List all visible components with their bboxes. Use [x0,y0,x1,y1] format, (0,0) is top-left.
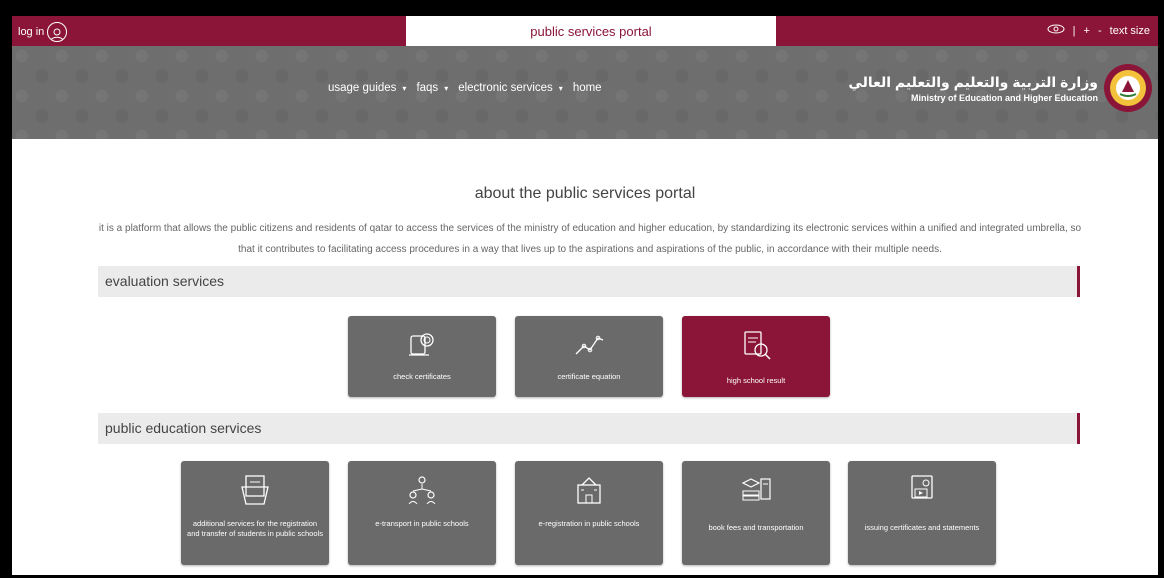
user-icon[interactable] [47,22,68,42]
main-nav: usage guides ▾ faqs ▾ electronic service… [328,82,602,94]
card-label: certificate equation [557,372,621,381]
ministry-brand[interactable]: وزارة التربية والتعليم والتعليم العالي M… [848,64,1152,112]
nav-faqs[interactable]: faqs ▾ [416,82,448,94]
certificate-display-icon [911,475,933,499]
card-label: additional services for the registration… [187,519,323,538]
top-bar: log in public services portal | + - text… [12,16,1158,46]
nav-home[interactable]: home [573,82,602,94]
frame-right [1158,16,1164,578]
school-building-icon [577,477,601,504]
nav-label[interactable]: faqs [416,82,438,94]
section-evaluation-services: evaluation services [98,266,1080,297]
card-label: check certificates [393,372,451,381]
card-label: e-registration in public schools [538,519,640,528]
section-title: public education services [105,420,262,436]
login-label[interactable]: log in [18,26,44,38]
ministry-emblem-icon [1104,64,1152,112]
books-icon [741,478,771,501]
card-certificate-equation[interactable]: certificate equation [515,316,663,397]
card-issuing-certificates[interactable]: issuing certificates and statements [848,461,996,565]
people-network-icon [408,476,436,505]
font-increase-button[interactable]: + [1084,25,1090,37]
nav-label[interactable]: home [573,82,602,94]
chevron-down-icon: ▾ [558,83,563,93]
brand-name-english: Ministry of Education and Higher Educati… [910,92,1098,103]
text-size-label: text size [1109,24,1150,37]
card-check-certificates[interactable]: check certificates [348,316,496,397]
frame-left [0,16,12,578]
portal-title: public services portal [406,16,776,46]
accessibility-controls: | + - text size [1047,24,1150,37]
card-e-registration[interactable]: e-registration in public schools [515,461,663,565]
brand-name-arabic: وزارة التربية والتعليم والتعليم العالي [848,73,1098,90]
card-label: book fees and transportation [708,523,804,532]
section-title: evaluation services [105,273,225,289]
card-label: issuing certificates and statements [864,523,980,532]
folder-document-icon [241,475,269,505]
header: usage guides ▾ faqs ▾ electronic service… [12,46,1158,139]
separator: | [1072,24,1076,37]
frame-top [0,0,1164,16]
card-e-transport[interactable]: e-transport in public schools [348,461,496,565]
nav-label[interactable]: usage guides [328,82,396,94]
card-additional-services[interactable]: additional services for the registration… [181,461,329,565]
chevron-down-icon: ▾ [402,83,407,93]
certificate-icon [409,333,434,356]
chart-line-icon [575,335,604,355]
brand-text: وزارة التربية والتعليم والتعليم العالي M… [848,74,1098,103]
login-link[interactable]: log in [18,22,68,42]
card-label: e-transport in public schools [375,519,469,528]
section-public-education-services: public education services [98,413,1080,444]
font-decrease-button[interactable]: - [1098,25,1102,37]
eye-icon[interactable] [1047,24,1065,37]
card-high-school-result[interactable]: high school result [682,316,830,397]
document-search-icon [744,331,771,360]
card-label: high school result [726,376,786,385]
about-title: about the public services portal [474,185,696,202]
nav-label[interactable]: electronic services [458,82,553,94]
chevron-down-icon: ▾ [444,83,449,93]
nav-electronic-services[interactable]: electronic services ▾ [458,82,563,94]
card-book-fees[interactable]: book fees and transportation [682,461,830,565]
nav-usage-guides[interactable]: usage guides ▾ [328,82,406,94]
about-description: it is a platform that allows the public … [98,223,1082,255]
